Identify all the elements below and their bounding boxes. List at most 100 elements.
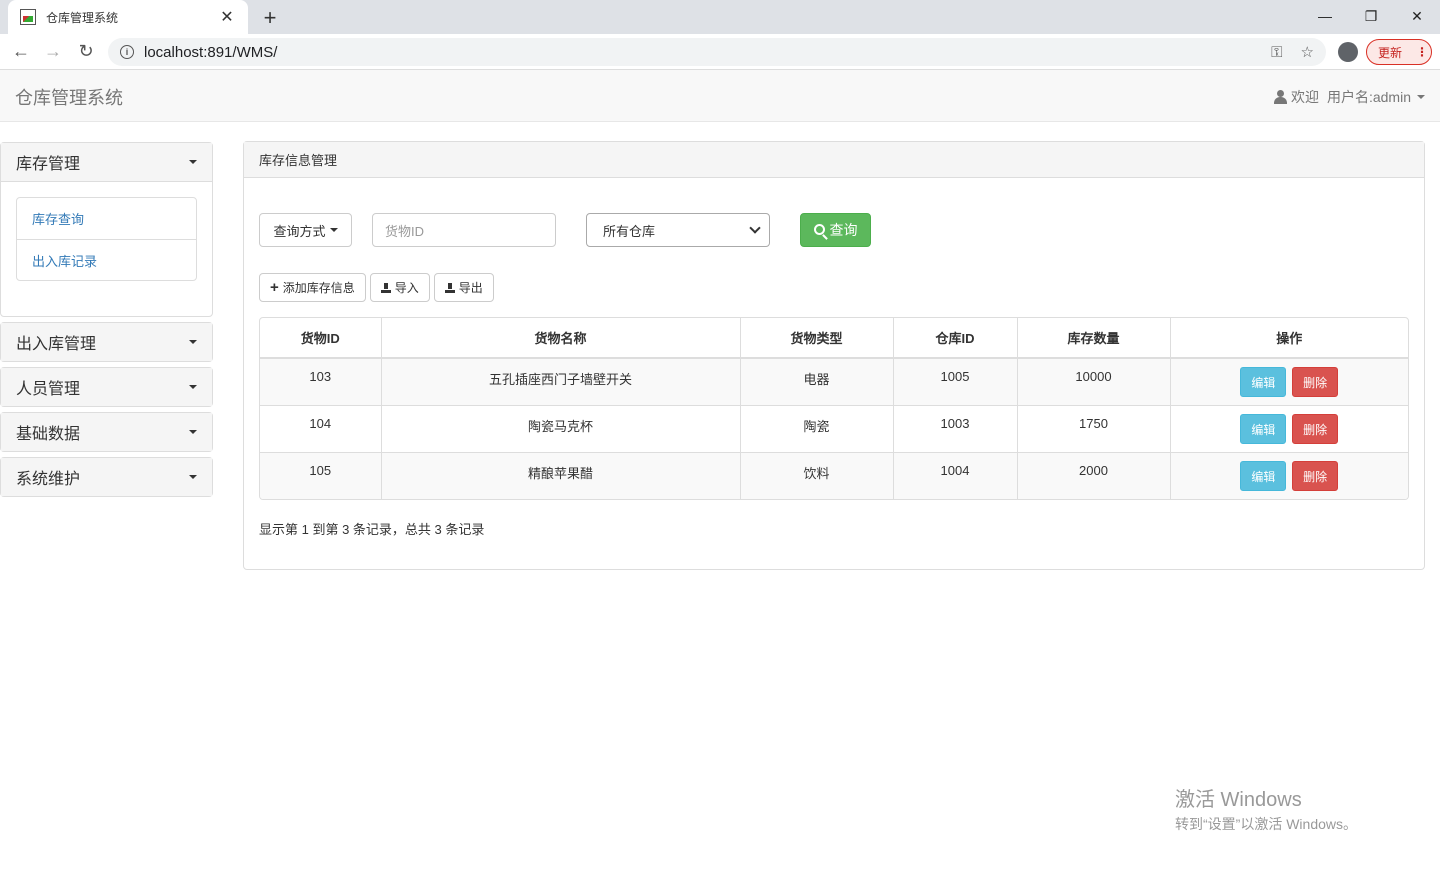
reload-icon[interactable]: ↻: [75, 41, 97, 62]
import-button[interactable]: 导入: [369, 273, 430, 302]
forward-icon[interactable]: →: [42, 41, 64, 62]
query-mode-label: 查询方式: [273, 223, 326, 239]
sidebar-group-personnel: 人员管理: [0, 367, 213, 407]
cell-goods-name: 五孔插座西门子墙壁开关: [381, 357, 741, 405]
chevron-down-icon: [329, 228, 338, 232]
import-label: 导入: [394, 281, 419, 295]
update-label: 更新: [1378, 45, 1403, 60]
column-header[interactable]: 货物类型: [740, 318, 894, 359]
bookmark-star-icon[interactable]: ☆: [1301, 43, 1314, 61]
warehouse-select[interactable]: 所有仓库: [586, 213, 770, 247]
plus-icon: +: [270, 279, 279, 296]
edit-button[interactable]: 编辑: [1240, 367, 1287, 397]
panel-title: 库存信息管理: [244, 142, 1424, 178]
delete-button[interactable]: 删除: [1292, 367, 1339, 397]
search-input[interactable]: 货物ID: [372, 213, 556, 247]
app-navbar: 仓库管理系统 欢迎 用户名:admin: [0, 70, 1440, 122]
sidebar: 库存管理 库存查询 出入库记录 出入库管理 人员管理 基础数据 系统维护: [0, 142, 213, 502]
sidebar-group-header[interactable]: 出入库管理: [1, 323, 212, 361]
import-icon: [380, 282, 391, 293]
cell-stock-quantity: 1750: [1017, 404, 1171, 452]
column-header[interactable]: 库存数量: [1017, 318, 1171, 359]
export-button[interactable]: 导出: [433, 273, 494, 302]
back-icon[interactable]: ←: [10, 41, 32, 62]
app-brand[interactable]: 仓库管理系统: [15, 84, 123, 110]
tab-title: 仓库管理系统: [46, 10, 119, 25]
sidebar-group-body: 库存查询 出入库记录: [1, 181, 212, 316]
username-text: 用户名:admin: [1326, 89, 1411, 105]
window-controls: — ❐ ✕: [1302, 0, 1440, 34]
address-bar[interactable]: i localhost:891/WMS/ ⚿ ☆: [108, 38, 1326, 66]
windows-activation-watermark: 激活 Windows 转到“设置”以激活 Windows。: [1175, 783, 1357, 834]
column-header[interactable]: 货物ID: [260, 318, 382, 359]
sidebar-group-label: 系统维护: [16, 471, 81, 488]
table-row: 104 陶瓷马克杯 陶瓷 1003 1750 编辑 删除: [260, 404, 1408, 452]
more-menu-icon: ⋮: [1416, 45, 1429, 59]
profile-avatar-icon[interactable]: [1338, 42, 1358, 62]
cell-actions: 编辑 删除: [1170, 404, 1408, 452]
sidebar-group-header[interactable]: 系统维护: [1, 458, 212, 496]
search-button[interactable]: 查询: [800, 213, 871, 247]
table-row: 103 五孔插座西门子墙壁开关 电器 1005 10000 编辑 删除: [260, 357, 1408, 405]
add-inventory-label: 添加库存信息: [282, 281, 355, 295]
export-label: 导出: [458, 281, 483, 295]
url-text[interactable]: localhost:891/WMS/: [144, 44, 1253, 61]
key-icon[interactable]: ⚿: [1271, 44, 1282, 61]
sidebar-group-header[interactable]: 基础数据: [1, 413, 212, 451]
cell-goods-type: 电器: [740, 357, 894, 405]
tab-close-icon[interactable]: ✕: [218, 7, 236, 27]
user-icon: [1273, 90, 1287, 104]
cell-actions: 编辑 删除: [1170, 451, 1408, 499]
watermark-title: 激活 Windows: [1175, 789, 1302, 811]
warehouse-select-value: 所有仓库: [603, 223, 656, 239]
chevron-down-icon: [189, 160, 197, 164]
query-mode-dropdown[interactable]: 查询方式: [259, 213, 352, 247]
sidebar-item-inventory-query[interactable]: 库存查询: [17, 198, 196, 239]
cell-goods-id: 104: [260, 404, 382, 452]
browser-tab-strip: 仓库管理系统 ✕ + — ❐ ✕: [0, 0, 1440, 34]
sidebar-group-label: 基础数据: [16, 426, 81, 443]
edit-button[interactable]: 编辑: [1240, 413, 1287, 444]
favicon-icon: [20, 9, 36, 25]
sidebar-item-stock-records[interactable]: 出入库记录: [17, 239, 196, 280]
chevron-down-icon: [749, 222, 761, 234]
column-header: 操作: [1170, 318, 1408, 359]
watermark-subtitle: 转到“设置”以激活 Windows。: [1175, 816, 1358, 832]
cell-goods-name: 精酿苹果醋: [381, 451, 741, 499]
sidebar-group-header[interactable]: 库存管理: [1, 143, 212, 181]
sidebar-submenu: 库存查询 出入库记录: [16, 197, 197, 281]
column-header[interactable]: 货物名称: [381, 318, 741, 359]
cell-goods-type: 陶瓷: [740, 404, 894, 452]
user-menu[interactable]: 欢迎 用户名:admin: [1273, 87, 1425, 107]
edit-button[interactable]: 编辑: [1240, 460, 1287, 491]
sidebar-group-header[interactable]: 人员管理: [1, 368, 212, 406]
browser-tab[interactable]: 仓库管理系统 ✕: [8, 0, 248, 34]
pagination-summary: 显示第 1 到第 3 条记录，总共 3 条记录: [259, 522, 485, 537]
chevron-down-icon: [189, 430, 197, 434]
site-info-icon[interactable]: i: [120, 45, 134, 59]
inventory-panel: 库存信息管理 查询方式 货物ID 所有仓库 查询 + 添加库存信息 导入 导出: [243, 141, 1425, 570]
column-header[interactable]: 仓库ID: [893, 318, 1018, 359]
cell-warehouse-id: 1003: [893, 404, 1018, 452]
table-row: 105 精酿苹果醋 饮料 1004 2000 编辑 删除: [260, 451, 1408, 499]
cell-stock-quantity: 10000: [1017, 357, 1171, 405]
delete-button[interactable]: 删除: [1292, 413, 1339, 444]
browser-toolbar: ← → ↻ i localhost:891/WMS/ ⚿ ☆ 更新 ⋮: [0, 34, 1440, 70]
chevron-down-icon: [189, 475, 197, 479]
action-toolbar: + 添加库存信息 导入 导出: [259, 273, 498, 302]
sidebar-group-inventory: 库存管理 库存查询 出入库记录: [0, 142, 213, 317]
sidebar-group-label: 出入库管理: [16, 336, 97, 353]
chevron-down-icon: [189, 340, 197, 344]
new-tab-button[interactable]: +: [258, 5, 282, 31]
update-button[interactable]: 更新 ⋮: [1366, 39, 1432, 65]
chevron-down-icon: [1417, 95, 1425, 99]
delete-button[interactable]: 删除: [1292, 460, 1339, 491]
minimize-button[interactable]: —: [1302, 0, 1348, 32]
add-inventory-button[interactable]: + 添加库存信息: [259, 273, 366, 302]
sidebar-group-stock-io: 出入库管理: [0, 322, 213, 362]
cell-warehouse-id: 1005: [893, 357, 1018, 405]
cell-goods-type: 饮料: [740, 451, 894, 499]
search-button-label: 查询: [829, 222, 858, 238]
restore-button[interactable]: ❐: [1348, 0, 1394, 32]
close-window-button[interactable]: ✕: [1394, 0, 1440, 32]
